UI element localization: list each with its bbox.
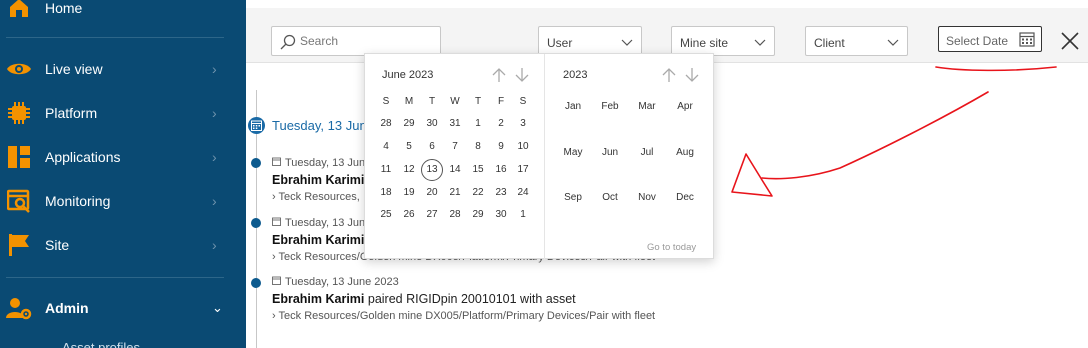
app-root: Home Live view › Platform › Applications… [0,0,1088,348]
red-annotation [731,66,1057,197]
